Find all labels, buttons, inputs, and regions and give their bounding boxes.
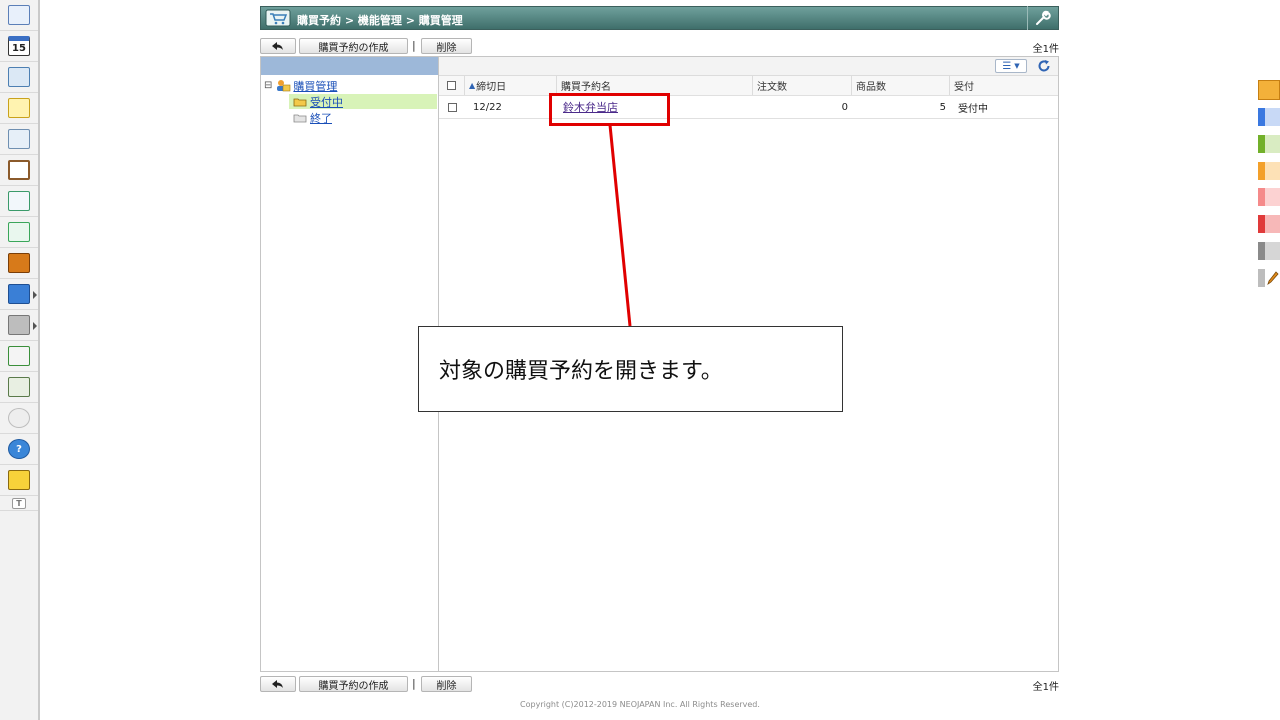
callout-box: 対象の購買予約を開きます。 <box>418 326 843 412</box>
copyright: Copyright (C)2012-2019 NEOJAPAN Inc. All… <box>520 700 760 709</box>
callout-text: 対象の購買予約を開きます。 <box>439 359 723 384</box>
